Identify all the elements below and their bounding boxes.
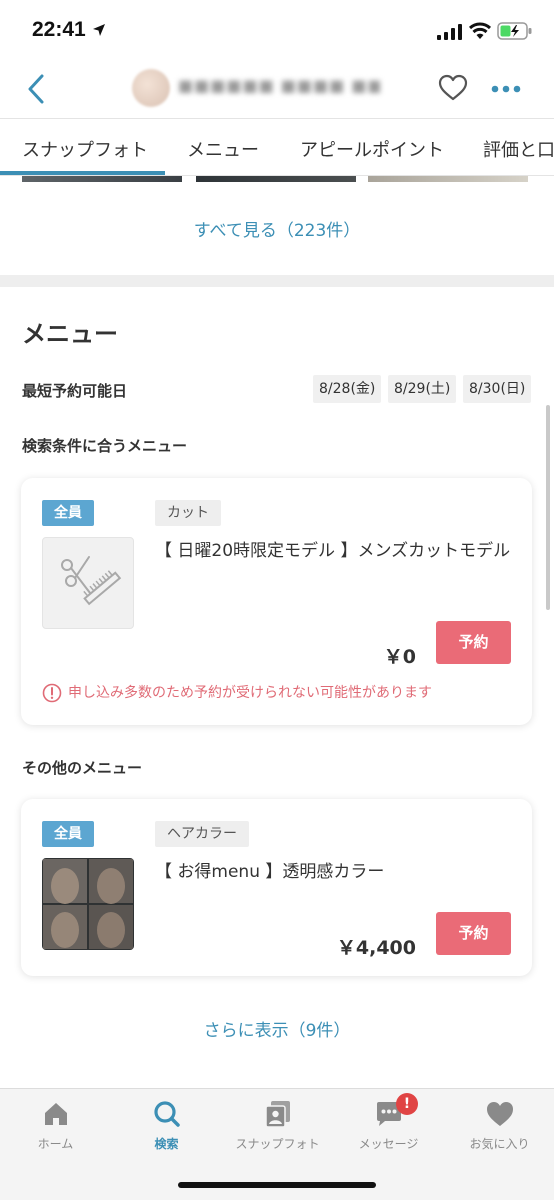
battery-icon xyxy=(497,22,532,40)
section-divider xyxy=(0,275,554,287)
bottom-tab-snap-photo[interactable]: スナップフォト xyxy=(222,1099,333,1152)
date-chip: 8/28(金) xyxy=(313,375,382,403)
availability-warning: 申し込み多数のため予約が受けられない可能性があります xyxy=(42,682,432,703)
category-chip: ヘアカラー xyxy=(155,821,249,847)
menu-title: 【 お得menu 】透明感カラー xyxy=(155,862,385,882)
menu-thumbnail xyxy=(42,858,134,950)
menu-card[interactable]: 全員 ヘアカラー 【 お得menu 】透明感カラー ￥4,400 予約 xyxy=(21,799,532,976)
hair-color-photo xyxy=(42,858,134,950)
more-options-icon[interactable] xyxy=(490,84,522,94)
status-bar: 22:41 xyxy=(0,0,554,62)
tab-appeal-points[interactable]: アピールポイント xyxy=(300,136,444,162)
snap-photo-thumb[interactable] xyxy=(196,176,356,182)
matching-menu-heading: 検索条件に合うメニュー xyxy=(22,437,188,455)
warning-text: 申し込み多数のため予約が受けられない可能性があります xyxy=(68,685,432,701)
category-chip: カット xyxy=(155,500,221,526)
salon-avatar xyxy=(132,69,170,107)
menu-heading: メニュー xyxy=(22,320,118,348)
menu-price: ￥4,400 xyxy=(336,937,416,959)
message-notification-badge: ! xyxy=(396,1093,418,1115)
menu-thumbnail xyxy=(42,537,134,629)
favorite-heart-icon[interactable] xyxy=(438,74,468,102)
search-icon xyxy=(153,1101,180,1127)
section-tabs: スナップフォト メニュー アピールポイント 評価と口 xyxy=(0,118,554,176)
nav-header: ■■■■■■ ■■■■ ■■■■ xyxy=(0,62,554,118)
snap-photo-thumb[interactable] xyxy=(22,176,182,182)
bottom-tab-home[interactable]: ホーム xyxy=(0,1099,111,1152)
date-chip: 8/30(日) xyxy=(463,375,532,403)
reserve-button[interactable]: 予約 xyxy=(436,912,511,955)
warning-icon xyxy=(42,683,62,703)
other-menu-heading: その他のメニュー xyxy=(22,759,143,777)
earliest-date-label: 最短予約可能日 xyxy=(22,382,128,400)
bottom-tab-label: お気に入り xyxy=(469,1137,530,1151)
back-chevron-icon[interactable] xyxy=(22,72,52,106)
bottom-tab-label: スナップフォト xyxy=(235,1137,320,1151)
bottom-tab-label: 検索 xyxy=(154,1137,179,1151)
wifi-icon xyxy=(468,22,492,39)
snap-photo-icon xyxy=(264,1101,290,1128)
tab-menu[interactable]: メニュー xyxy=(187,136,259,162)
heart-icon xyxy=(486,1102,513,1126)
tab-snap-photo[interactable]: スナップフォト xyxy=(22,136,148,162)
scissors-comb-icon xyxy=(61,556,122,606)
cellular-signal-icon xyxy=(437,24,462,40)
active-tab-indicator xyxy=(0,171,165,175)
reserve-button[interactable]: 予約 xyxy=(436,621,511,664)
show-more-link[interactable]: さらに表示（9件） xyxy=(0,1016,554,1041)
location-arrow-icon xyxy=(93,24,105,36)
scrollbar[interactable] xyxy=(546,405,550,610)
bottom-tab-search[interactable]: 検索 xyxy=(111,1099,222,1152)
see-all-snaps-link[interactable]: すべて見る（223件） xyxy=(0,216,554,241)
bottom-tab-favorites[interactable]: お気に入り xyxy=(444,1099,554,1152)
salon-name: ■■■■■■ ■■■■ ■■■■ xyxy=(178,76,380,95)
audience-badge: 全員 xyxy=(42,821,94,847)
status-time: 22:41 xyxy=(32,18,86,41)
menu-card[interactable]: 全員 カット 【 日曜20時限定モデル 】メンズカットモデル ￥0 予約 申し込… xyxy=(21,478,532,725)
snap-photo-thumb[interactable] xyxy=(368,176,528,182)
menu-title: 【 日曜20時限定モデル 】メンズカットモデル xyxy=(155,541,511,561)
bottom-tab-message[interactable]: ! メッセージ xyxy=(333,1093,444,1152)
date-chip: 8/29(土) xyxy=(388,375,457,403)
audience-badge: 全員 xyxy=(42,500,94,526)
bottom-tab-label: メッセージ xyxy=(358,1137,419,1151)
menu-price: ￥0 xyxy=(383,646,416,668)
home-indicator xyxy=(178,1182,376,1188)
bottom-tab-label: ホーム xyxy=(37,1137,74,1151)
tab-reviews[interactable]: 評価と口 xyxy=(483,136,554,162)
salon-detail-screen: 22:41 ■■■■■■ ■■■■ ■■■■ xyxy=(0,0,554,1200)
home-icon xyxy=(44,1103,67,1125)
